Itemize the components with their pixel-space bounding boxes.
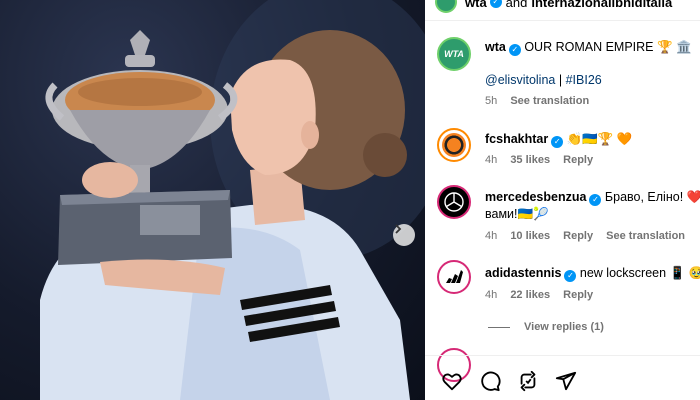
comment-icon[interactable] <box>479 370 501 392</box>
verified-icon: ✓ <box>489 0 502 8</box>
post-photo[interactable] <box>0 0 425 400</box>
reply-button[interactable]: Reply <box>563 154 593 166</box>
comment-likes[interactable]: 35 likes <box>510 154 550 166</box>
adidas-logo-icon <box>446 270 463 283</box>
like-icon[interactable] <box>441 370 463 392</box>
fcshakhtar-avatar[interactable] <box>437 128 471 162</box>
replies-dash <box>488 326 510 328</box>
comment-line: fcshakhtar ✓ 👏🇺🇦🏆 🧡 <box>485 132 632 148</box>
comment-line: mercedesbenzua✓ Браво, Еліно! ❤️ У <box>485 190 700 206</box>
comment-likes[interactable]: 22 likes <box>510 289 550 301</box>
comment-username[interactable]: mercedesbenzua <box>485 190 586 204</box>
comment-username[interactable]: adidastennis <box>485 266 561 280</box>
see-translation-button[interactable]: See translation <box>510 95 589 107</box>
view-replies-button[interactable]: View replies (1) <box>488 321 604 333</box>
post-header: wta ✓ and internazionalibnlditalia <box>435 0 672 14</box>
comment-text: 👏🇺🇦🏆 🧡 <box>566 132 633 146</box>
comment-time: 4h <box>485 230 498 242</box>
caption-text: OUR ROMAN EMPIRE 🏆 🏛️ <box>524 40 692 54</box>
divider <box>425 355 700 356</box>
comment-time: 4h <box>485 289 498 301</box>
comment-line-2: вами!🇺🇦🎾 <box>485 207 549 222</box>
comment-text: Браво, Еліно! ❤️ У <box>604 190 700 204</box>
comment-text: new lockscreen 📱 🥹 <box>579 266 700 280</box>
comment-meta: 4h 35 likes Reply <box>485 154 603 166</box>
post-actions <box>441 370 577 392</box>
comment-likes[interactable]: 10 likes <box>510 230 550 242</box>
header-and: and <box>505 0 528 10</box>
verified-icon: ✓ <box>564 270 577 282</box>
wta-avatar[interactable]: WTA <box>437 37 471 71</box>
caption-tags: @elisvitolina | #IBI26 <box>485 73 602 87</box>
chevron-right-icon <box>395 224 402 234</box>
comment-text-cont: вами!🇺🇦🎾 <box>485 207 549 221</box>
mercedes-logo-icon <box>444 192 464 212</box>
mercedesbenzua-avatar[interactable] <box>437 185 471 219</box>
shakhtar-logo-icon <box>442 133 466 157</box>
comment-username[interactable]: fcshakhtar <box>485 132 548 146</box>
mention-link[interactable]: @elisvitolina <box>485 73 555 87</box>
repost-icon[interactable] <box>517 370 539 392</box>
comment-time: 4h <box>485 154 498 166</box>
verified-icon: ✓ <box>551 136 564 148</box>
header-collab[interactable]: internazionalibnlditalia <box>531 0 672 10</box>
caption-username[interactable]: wta <box>485 40 506 54</box>
comment-line: adidastennis ✓ new lockscreen 📱 🥹 <box>485 266 700 282</box>
comment-meta: 4h 10 likes Reply See translation <box>485 230 695 242</box>
caption-line: wta ✓ OUR ROMAN EMPIRE 🏆 🏛️ <box>485 40 692 56</box>
reply-button[interactable]: Reply <box>563 289 593 301</box>
verified-icon: ✓ <box>589 194 602 206</box>
photo-illustration <box>40 0 425 400</box>
wta-avatar-small[interactable] <box>435 0 457 13</box>
view-replies-label: View replies (1) <box>524 321 604 333</box>
caption-meta: 5h See translation <box>485 95 599 107</box>
caption-time: 5h <box>485 95 498 107</box>
comment-meta: 4h 22 likes Reply <box>485 289 603 301</box>
tag-divider: | <box>558 73 563 87</box>
reply-button[interactable]: Reply <box>563 230 593 242</box>
next-image-button[interactable] <box>393 224 415 246</box>
see-translation-button[interactable]: See translation <box>606 230 685 242</box>
share-icon[interactable] <box>555 370 577 392</box>
hashtag-link[interactable]: #IBI26 <box>566 73 602 87</box>
adidastennis-avatar[interactable] <box>437 260 471 294</box>
divider <box>425 20 700 21</box>
comments-panel: wta ✓ and internazionalibnlditalia WTA w… <box>425 0 700 400</box>
header-username[interactable]: wta <box>465 0 487 10</box>
verified-icon: ✓ <box>508 44 521 56</box>
